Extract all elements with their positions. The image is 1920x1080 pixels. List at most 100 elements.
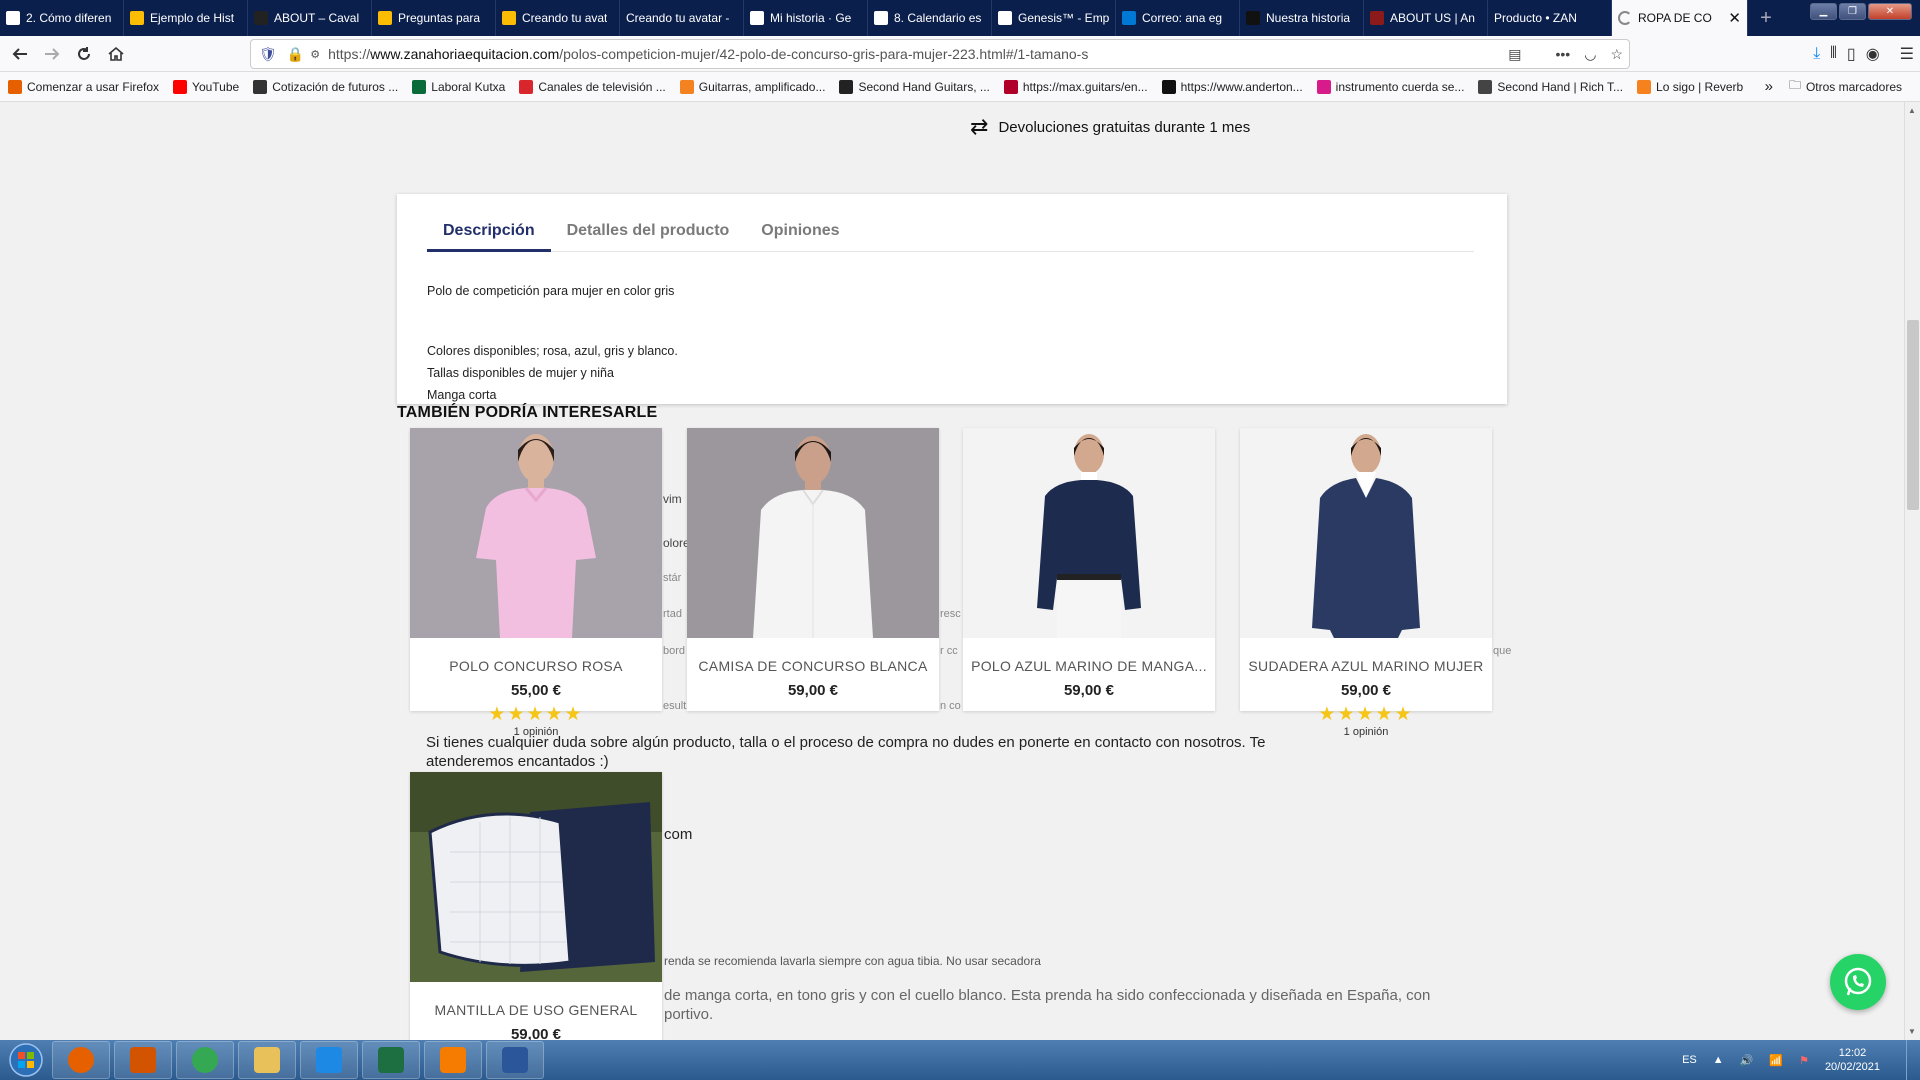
home-button[interactable] xyxy=(100,38,132,70)
browser-tab[interactable]: Nuestra historia xyxy=(1240,0,1364,36)
taskbar-app[interactable] xyxy=(114,1041,172,1079)
start-button[interactable] xyxy=(0,1040,52,1080)
reader-view-icon[interactable]: ▤ xyxy=(1508,46,1521,63)
minimize-button[interactable]: ▁ xyxy=(1810,3,1837,20)
browser-tab[interactable]: ABOUT US | An xyxy=(1364,0,1488,36)
product-name[interactable]: SUDADERA AZUL MARINO MUJER xyxy=(1240,658,1492,674)
bookmarks-more-button[interactable]: » xyxy=(1765,78,1773,95)
account-icon[interactable]: ◉ xyxy=(1866,44,1880,64)
reload-button[interactable] xyxy=(68,38,100,70)
bookmark-item[interactable]: Lo sigo | Reverb xyxy=(1637,79,1743,94)
bookmark-item[interactable]: instrumento cuerda se... xyxy=(1316,79,1464,94)
maximize-button[interactable]: ❐ xyxy=(1839,3,1866,20)
review-count: 1 opinión xyxy=(513,726,559,738)
tab-reviews[interactable]: Opiniones xyxy=(745,220,855,252)
volume-icon[interactable]: 🔊 xyxy=(1740,1054,1754,1067)
product-card[interactable]: MANTILLA DE USO GENERAL 59,00 € xyxy=(410,772,662,1040)
scroll-thumb[interactable] xyxy=(1907,320,1919,510)
back-button[interactable] xyxy=(4,38,36,70)
browser-tab[interactable]: ABOUT – Caval xyxy=(248,0,372,36)
address-bar[interactable]: 🛡 🔒 ⚙ https://www.zanahoriaequitacion.co… xyxy=(250,39,1630,69)
brand-icon xyxy=(1370,11,1384,25)
free-returns-notice: ⇄ Devoluciones gratuitas durante 1 mes xyxy=(970,114,1250,140)
pocket-icon[interactable]: ◡ xyxy=(1584,46,1596,63)
bookmark-item[interactable]: Laboral Kutxa xyxy=(412,79,505,94)
close-window-button[interactable]: ✕ xyxy=(1868,3,1912,20)
product-image[interactable] xyxy=(410,772,662,982)
browser-tab[interactable]: 8. Calendario es xyxy=(868,0,992,36)
bookmark-item[interactable]: Second Hand | Rich T... xyxy=(1478,79,1623,94)
downloads-icon[interactable]: ⤓ xyxy=(1813,45,1820,63)
bookmark-item[interactable]: Second Hand Guitars, ... xyxy=(839,79,990,94)
tray-expand-icon[interactable]: ▲ xyxy=(1713,1054,1724,1066)
permissions-icon[interactable]: ⚙ xyxy=(310,48,320,61)
taskbar-app[interactable] xyxy=(362,1041,420,1079)
close-tab-icon[interactable]: ✕ xyxy=(1724,9,1741,27)
bleed-fragment: bord xyxy=(663,645,686,657)
taskbar-app[interactable] xyxy=(176,1041,234,1079)
product-image[interactable] xyxy=(410,428,662,638)
product-card[interactable]: SUDADERA AZUL MARINO MUJER 59,00 € ★★★★★… xyxy=(1240,428,1492,738)
browser-tab[interactable]: Producto • ZAN xyxy=(1488,0,1612,36)
browser-tab[interactable]: ROPA DE CO ✕ xyxy=(1612,0,1748,36)
show-desktop-button[interactable] xyxy=(1906,1040,1920,1080)
product-image[interactable] xyxy=(687,428,939,638)
tracking-shield-icon[interactable]: 🛡 xyxy=(259,46,277,63)
tab-description[interactable]: Descripción xyxy=(427,220,551,252)
product-card[interactable]: POLO AZUL MARINO DE MANGA... 59,00 € xyxy=(963,428,1215,711)
library-icon[interactable]: ⫴ xyxy=(1830,45,1837,63)
bookmark-item[interactable]: Cotización de futuros ... xyxy=(253,79,398,94)
product-name[interactable]: POLO AZUL MARINO DE MANGA... xyxy=(963,658,1215,674)
bookmark-item[interactable]: https://max.guitars/en... xyxy=(1003,79,1148,94)
forward-arrow-icon xyxy=(45,47,60,60)
language-indicator[interactable]: ES xyxy=(1682,1054,1697,1066)
bookmark-item[interactable]: https://www.anderton... xyxy=(1161,79,1303,94)
browser-tab[interactable]: Ejemplo de Hist xyxy=(124,0,248,36)
browser-tab[interactable]: 2. Cómo diferen xyxy=(0,0,124,36)
whatsapp-chat-button[interactable] xyxy=(1830,954,1886,1010)
bookmark-item[interactable]: Comenzar a usar Firefox xyxy=(8,79,159,94)
forward-button[interactable] xyxy=(36,38,68,70)
taskbar-app[interactable] xyxy=(238,1041,296,1079)
browser-tab[interactable]: Genesis™ - Emp xyxy=(992,0,1116,36)
long-description: de manga corta, en tono gris y con el cu… xyxy=(664,987,1431,1004)
browser-tab[interactable]: Creando tu avatar - xyxy=(620,0,744,36)
bookmark-star-icon[interactable]: ☆ xyxy=(1610,46,1623,63)
product-description-card: Descripción Detalles del producto Opinio… xyxy=(397,194,1507,404)
bookmark-item[interactable]: Guitarras, amplificado... xyxy=(679,79,825,94)
browser-tab[interactable]: Creando tu avat xyxy=(496,0,620,36)
tab-product-details[interactable]: Detalles del producto xyxy=(551,220,746,252)
url-path: /polos-competicion-mujer/42-polo-de-conc… xyxy=(559,46,1089,62)
flag-icon[interactable]: ⚑ xyxy=(1799,1054,1809,1067)
tab-title: Mi historia · Ge xyxy=(770,11,852,25)
taskbar-app[interactable] xyxy=(486,1041,544,1079)
lock-icon[interactable]: 🔒 xyxy=(287,46,304,63)
browser-tab[interactable]: Preguntas para xyxy=(372,0,496,36)
network-icon[interactable]: 📶 xyxy=(1769,1054,1783,1067)
product-image[interactable] xyxy=(963,428,1215,638)
taskbar-app[interactable] xyxy=(424,1041,482,1079)
tab-title: 2. Cómo diferen xyxy=(26,11,112,25)
product-name[interactable]: MANTILLA DE USO GENERAL xyxy=(410,1002,662,1018)
sk-icon xyxy=(750,11,764,25)
other-bookmarks-folder[interactable]: 🗀 Otros marcadores xyxy=(1789,76,1902,97)
product-card[interactable]: POLO CONCURSO ROSA 55,00 € ★★★★★ 1 opini… xyxy=(410,428,662,738)
clock[interactable]: 12:02 20/02/2021 xyxy=(1825,1046,1880,1074)
taskbar-app[interactable] xyxy=(52,1041,110,1079)
browser-tab[interactable]: Correo: ana eg xyxy=(1116,0,1240,36)
new-tab-button[interactable]: + xyxy=(1748,0,1784,36)
page-actions-icon[interactable]: ••• xyxy=(1556,46,1571,63)
taskbar-app[interactable] xyxy=(300,1041,358,1079)
sidebar-icon[interactable]: ▯ xyxy=(1847,44,1856,64)
product-name[interactable]: POLO CONCURSO ROSA xyxy=(410,658,662,674)
scroll-up-icon[interactable]: ▲ xyxy=(1908,106,1916,115)
browser-tab[interactable]: Mi historia · Ge xyxy=(744,0,868,36)
bookmark-item[interactable]: Canales de televisión ... xyxy=(519,79,666,94)
scroll-down-icon[interactable]: ▼ xyxy=(1908,1027,1916,1036)
product-card[interactable]: CAMISA DE CONCURSO BLANCA 59,00 € xyxy=(687,428,939,711)
product-name[interactable]: CAMISA DE CONCURSO BLANCA xyxy=(687,658,939,674)
product-image[interactable] xyxy=(1240,428,1492,638)
menu-icon[interactable]: ☰ xyxy=(1900,44,1914,64)
bookmark-item[interactable]: YouTube xyxy=(173,79,239,94)
page-scrollbar[interactable]: ▲ ▼ xyxy=(1904,102,1920,1040)
